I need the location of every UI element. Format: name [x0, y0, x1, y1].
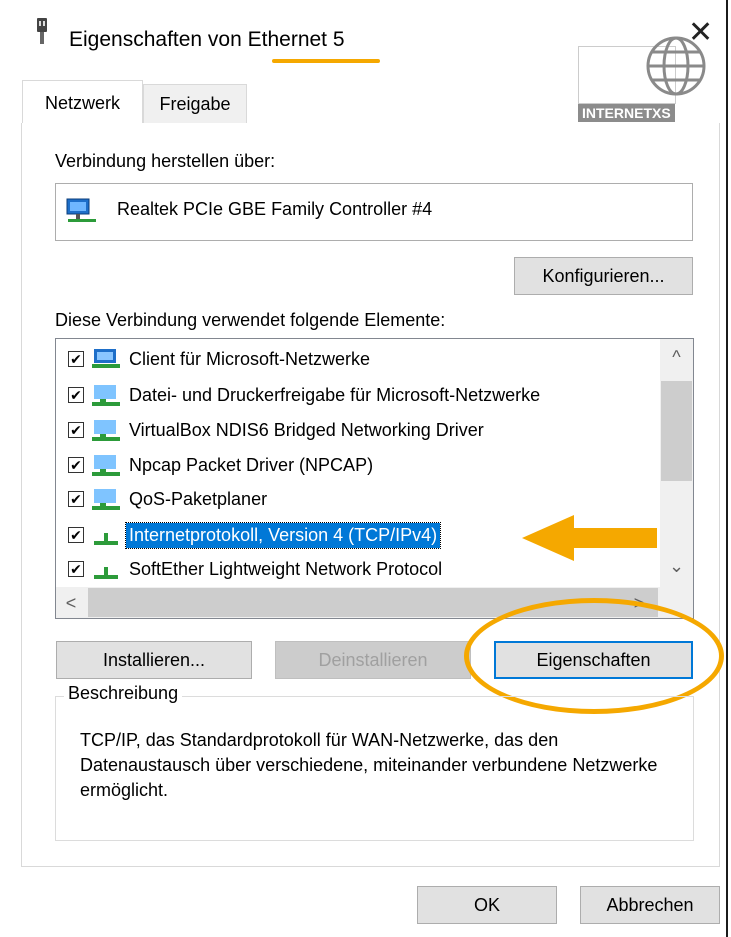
list-item-label: SoftEther Lightweight Network Protocol	[129, 558, 443, 579]
list-item[interactable]: ✔ SoftEther Lightweight Network Protocol	[68, 553, 445, 585]
ok-button[interactable]: OK	[417, 886, 557, 924]
checkbox[interactable]: ✔	[68, 457, 84, 473]
tab-freigabe[interactable]: Freigabe	[143, 84, 247, 124]
protocol-icon	[94, 533, 118, 545]
configure-button[interactable]: Konfigurieren...	[514, 257, 693, 295]
vertical-scroll-thumb[interactable]	[661, 381, 692, 481]
network-adapter-icon	[66, 198, 96, 222]
scroll-down-icon[interactable]: ⌄	[660, 554, 693, 578]
list-item[interactable]: ✔ Npcap Packet Driver (NPCAP)	[68, 449, 376, 481]
title-highlight-underline	[272, 59, 380, 63]
elements-listbox[interactable]: ✔ Client für Microsoft-Netzwerke ✔ Datei…	[55, 338, 694, 619]
checkbox[interactable]: ✔	[68, 561, 84, 577]
list-item[interactable]: ✔ VirtualBox NDIS6 Bridged Networking Dr…	[68, 414, 487, 446]
elements-label: Diese Verbindung verwendet folgende Elem…	[55, 310, 446, 330]
list-item-label: Npcap Packet Driver (NPCAP)	[129, 454, 374, 475]
list-item[interactable]: ✔ QoS-Paketplaner	[68, 483, 270, 515]
list-item-label: Internetprotokoll, Version 4 (TCP/IPv4)	[124, 521, 442, 549]
checkbox[interactable]: ✔	[68, 491, 84, 507]
list-item-label: Client für Microsoft-Netzwerke	[129, 348, 371, 369]
checkbox[interactable]: ✔	[68, 351, 84, 367]
highlight-arrow-icon	[522, 515, 657, 561]
tab-netzwerk[interactable]: Netzwerk	[22, 80, 143, 125]
list-item-label: Datei- und Druckerfreigabe für Microsoft…	[129, 384, 541, 405]
list-item[interactable]: ✔ Datei- und Druckerfreigabe für Microso…	[68, 379, 543, 411]
checkbox[interactable]: ✔	[68, 387, 84, 403]
checkbox[interactable]: ✔	[68, 527, 84, 543]
scroll-left-icon[interactable]: <	[58, 589, 84, 617]
network-service-icon	[92, 420, 120, 441]
list-item[interactable]: ✔ Client für Microsoft-Netzwerke	[68, 343, 373, 375]
protocol-icon	[94, 567, 118, 579]
list-item-selected[interactable]: ✔ Internetprotokoll, Version 4 (TCP/IPv4…	[68, 519, 442, 551]
network-service-icon	[92, 385, 120, 406]
window-title: Eigenschaften von Ethernet 5	[69, 28, 345, 51]
adapter-name: Realtek PCIe GBE Family Controller #4	[117, 199, 433, 219]
network-service-icon	[92, 489, 120, 510]
list-item-label: VirtualBox NDIS6 Bridged Networking Driv…	[129, 419, 484, 440]
description-text: TCP/IP, das Standardprotokoll für WAN-Ne…	[80, 730, 658, 800]
ethernet-icon	[37, 18, 47, 44]
uninstall-button[interactable]: Deinstallieren	[275, 641, 471, 679]
cancel-button[interactable]: Abbrechen	[580, 886, 720, 924]
network-service-icon	[92, 455, 120, 476]
description-legend: Beschreibung	[64, 683, 183, 704]
network-client-icon	[92, 349, 120, 368]
install-button[interactable]: Installieren...	[56, 641, 252, 679]
watermark-text: INTERNETXS	[578, 104, 675, 122]
close-button[interactable]: ✕	[688, 18, 713, 48]
scroll-up-icon[interactable]: ^	[660, 345, 693, 369]
checkbox[interactable]: ✔	[68, 422, 84, 438]
connect-via-label: Verbindung herstellen über:	[55, 151, 276, 171]
list-item-label: QoS-Paketplaner	[129, 488, 268, 509]
